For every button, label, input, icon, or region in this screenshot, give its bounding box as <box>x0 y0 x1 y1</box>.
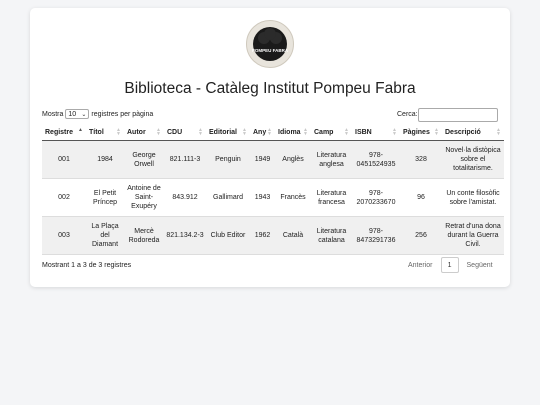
sort-icon: ▲ ▼ <box>434 127 439 137</box>
sort-icon: ▲ ▼ <box>242 127 247 137</box>
column-header-pagines[interactable]: Pàgines ▲ ▼ <box>400 124 442 141</box>
table-cell: Mercè Rodoreda <box>124 216 164 255</box>
page-length-select[interactable]: 10 ⌄ <box>65 109 90 119</box>
column-header-idioma[interactable]: Idioma ▲ ▼ <box>275 124 311 141</box>
table-cell: 1962 <box>250 216 275 255</box>
table-cell: 821.111-3 <box>164 140 206 179</box>
table-cell: Un conte filosòfic sobre l'amistat. <box>442 178 504 217</box>
table-row: 002 El Petit Príncep Antoine de Saint-Ex… <box>42 178 504 217</box>
table-cell: Penguin <box>206 140 250 179</box>
table-cell: 821.134.2-3 <box>164 216 206 255</box>
column-header-editorial[interactable]: Editorial ▲ ▼ <box>206 124 250 141</box>
table-cell: 328 <box>400 140 442 179</box>
sort-icon: ▲ ▼ <box>116 127 121 137</box>
column-header-registre[interactable]: Registre ▲ <box>42 124 86 141</box>
catalog-table: Registre ▲ Títol ▲ ▼ Autor ▲ ▼ CDU ▲ ▼ Editoria… <box>42 124 504 255</box>
table-cell: 1943 <box>250 178 275 217</box>
table-cell: 001 <box>42 140 86 179</box>
table-cell: George Orwell <box>124 140 164 179</box>
table-cell: 256 <box>400 216 442 255</box>
search-input[interactable] <box>418 108 498 122</box>
table-row: 001 1984 George Orwell 821.111-3 Penguin… <box>42 140 504 179</box>
chevron-down-icon: ⌄ <box>81 111 87 118</box>
table-cell: Retrat d'una dona durant la Guerra Civil… <box>442 216 504 255</box>
page-length-control: Mostra 10 ⌄ registres per pàgina <box>42 109 153 119</box>
table-row: 003 La Plaça del Diamant Mercè Rodoreda … <box>42 216 504 255</box>
column-header-isbn[interactable]: ISBN ▲ ▼ <box>352 124 400 141</box>
table-cell: Català <box>275 216 311 255</box>
table-cell: 978-0451524935 <box>352 140 400 179</box>
table-cell: Gallimard <box>206 178 250 217</box>
table-cell: Club Editor <box>206 216 250 255</box>
previous-page-button[interactable]: Anterior <box>408 262 433 269</box>
column-header-descripcio[interactable]: Descripció ▲ ▼ <box>442 124 504 141</box>
sort-icon: ▲ ▼ <box>267 127 272 137</box>
page-title: Biblioteca - Catàleg Institut Pompeu Fab… <box>124 80 416 97</box>
logo-text: POMPEU FABRA <box>251 48 289 53</box>
sort-icon: ▲ ▼ <box>156 127 161 137</box>
length-suffix: registres per pàgina <box>91 110 154 118</box>
sort-icon: ▲ ▼ <box>392 127 397 137</box>
school-logo: POMPEU FABRA <box>246 20 294 68</box>
column-header-camp[interactable]: Camp ▲ ▼ <box>311 124 352 141</box>
table-cell: 978-8473291736 <box>352 216 400 255</box>
column-header-any[interactable]: Any ▲ ▼ <box>250 124 275 141</box>
pagination: Anterior 1 Següent <box>408 257 493 273</box>
table-cell: 843.912 <box>164 178 206 217</box>
table-cell: Literatura anglesa <box>311 140 352 179</box>
table-cell: 978-2070233670 <box>352 178 400 217</box>
table-cell: Anglès <box>275 140 311 179</box>
length-prefix: Mostra <box>42 110 64 118</box>
table-cell: 003 <box>42 216 86 255</box>
sort-ascending-icon: ▲ <box>78 127 83 133</box>
table-cell: Antoine de Saint-Exupéry <box>124 178 164 217</box>
table-info: Mostrant 1 a 3 de 3 registres <box>42 262 132 269</box>
table-cell: Francès <box>275 178 311 217</box>
table-cell: 1984 <box>86 140 124 179</box>
sort-icon: ▲ ▼ <box>344 127 349 137</box>
column-header-autor[interactable]: Autor ▲ ▼ <box>124 124 164 141</box>
table-cell: Literatura francesa <box>311 178 352 217</box>
table-cell: Literatura catalana <box>311 216 352 255</box>
search-label: Cerca: <box>397 111 418 118</box>
column-header-cdu[interactable]: CDU ▲ ▼ <box>164 124 206 141</box>
table-cell: 1949 <box>250 140 275 179</box>
sort-icon: ▲ ▼ <box>303 127 308 137</box>
table-cell: 96 <box>400 178 442 217</box>
sort-icon: ▲ ▼ <box>198 127 203 137</box>
next-page-button[interactable]: Següent <box>467 262 493 269</box>
column-header-titol[interactable]: Títol ▲ ▼ <box>86 124 124 141</box>
table-cell: La Plaça del Diamant <box>86 216 124 255</box>
table-cell: El Petit Príncep <box>86 178 124 217</box>
page-1-button[interactable]: 1 <box>440 257 459 273</box>
table-cell: Novel·la distòpica sobre el totalitarism… <box>442 140 504 179</box>
sort-icon: ▲ ▼ <box>496 127 501 137</box>
table-header-row: Registre ▲ Títol ▲ ▼ Autor ▲ ▼ CDU ▲ ▼ Editoria… <box>42 124 504 141</box>
table-cell: 002 <box>42 178 86 217</box>
page-length-value: 10 <box>68 110 77 118</box>
tree-icon <box>253 27 287 61</box>
